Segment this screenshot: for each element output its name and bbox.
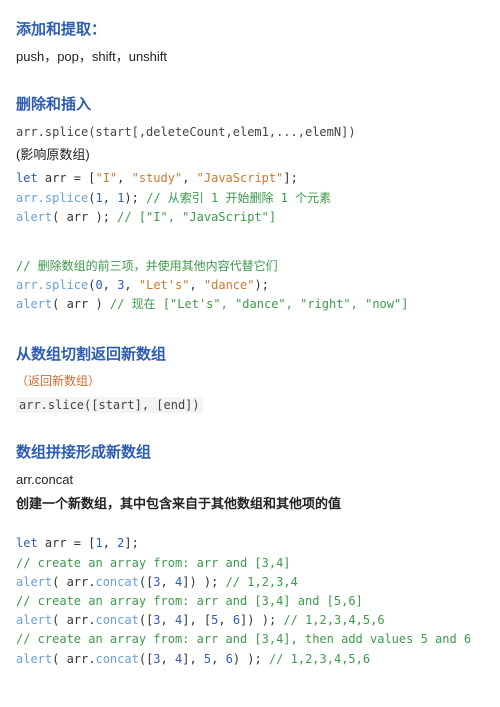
- splice-signature: arr.splice(start[,deleteCount,elem1,...,…: [16, 123, 484, 142]
- code-concat: let arr = [1, 2]; // create an array fro…: [16, 534, 484, 668]
- heading-splice: 删除和插入: [16, 93, 484, 116]
- heading-add-remove: 添加和提取：: [16, 18, 484, 41]
- slice-note: （返回新数组）: [16, 372, 484, 391]
- slice-signature: arr.slice([start], [end]): [16, 396, 484, 415]
- heading-slice: 从数组切割返回新数组: [16, 343, 484, 366]
- heading-concat: 数组拼接形成新数组: [16, 441, 484, 464]
- push-pop-text: push，pop，shift，unshift: [16, 47, 484, 67]
- code-splice-1: let arr = ["I", "study", "JavaScript"]; …: [16, 169, 484, 227]
- splice-note: (影响原数组): [16, 145, 484, 165]
- code-splice-2: // 删除数组的前三项，并使用其他内容代替它们 arr.splice(0, 3,…: [16, 257, 484, 315]
- concat-desc: 创建一个新数组，其中包含来自于其他数组和其他项的值: [16, 494, 484, 514]
- concat-subtitle: arr.concat: [16, 470, 484, 490]
